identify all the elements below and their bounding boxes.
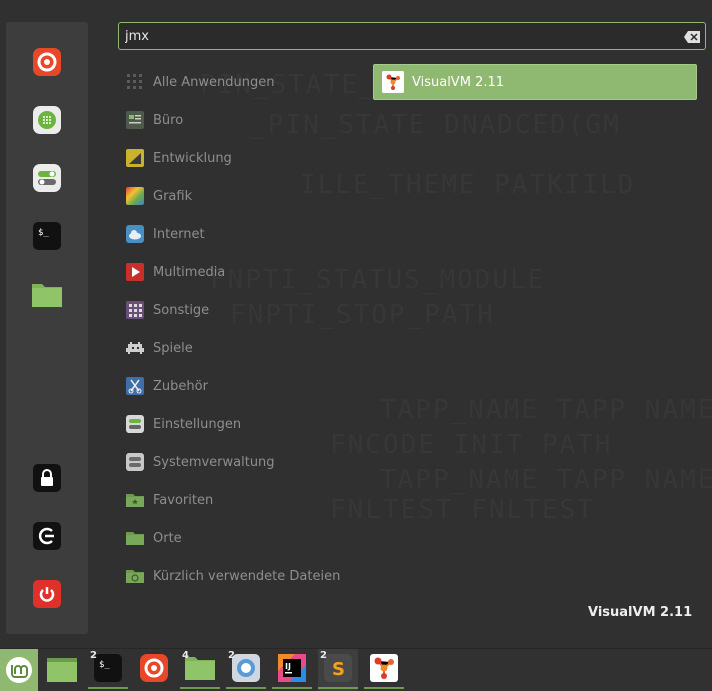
taskbar-intellij[interactable]: IJ: [272, 649, 312, 691]
search-result-label: VisualVM 2.11: [412, 74, 504, 90]
svg-text:S: S: [332, 659, 345, 680]
svg-text:$_: $_: [38, 228, 49, 238]
window-count-badge: 2: [228, 650, 235, 661]
category-development[interactable]: Entwicklung: [125, 147, 232, 169]
clear-search-icon[interactable]: [683, 29, 701, 43]
terminal-icon[interactable]: $_: [31, 220, 63, 252]
category-games[interactable]: Spiele: [125, 337, 193, 359]
window-count-badge: 4: [182, 650, 189, 661]
category-recent-files[interactable]: Kürzlich verwendete Dateien: [125, 565, 340, 587]
grid-icon: [125, 72, 145, 92]
selected-app-title: VisualVM 2.11: [588, 605, 693, 620]
category-settings[interactable]: Einstellungen: [125, 413, 241, 435]
system-admin-icon: [125, 452, 145, 472]
lock-icon[interactable]: [31, 462, 63, 494]
terminal-icon: $_: [93, 653, 123, 687]
chromium-icon: [231, 653, 261, 687]
category-favorites[interactable]: Favoriten: [125, 489, 213, 511]
files-folder-icon[interactable]: [31, 278, 63, 310]
taskbar-terminal[interactable]: 2 $_: [88, 649, 128, 691]
taskbar-sublime-text[interactable]: 2 S: [318, 649, 358, 691]
power-icon[interactable]: [31, 578, 63, 610]
category-label: Kürzlich verwendete Dateien: [153, 568, 341, 584]
category-other[interactable]: Sonstige: [125, 299, 209, 321]
category-label: Einstellungen: [153, 416, 242, 432]
development-icon: [125, 148, 145, 168]
settings-icon[interactable]: [31, 162, 63, 194]
category-multimedia[interactable]: Multimedia: [125, 261, 225, 283]
intellij-icon: IJ: [277, 653, 307, 687]
graphics-icon: [125, 186, 145, 206]
multimedia-play-icon: [125, 262, 145, 282]
games-invader-icon: [125, 338, 145, 358]
category-graphics[interactable]: Grafik: [125, 185, 192, 207]
other-apps-icon: [125, 300, 145, 320]
visualvm-icon: [382, 71, 404, 93]
application-menu: PIN_STATE_THEME . MT _PIN_STATE DNADCED(…: [0, 0, 712, 648]
category-internet[interactable]: Internet: [125, 223, 205, 245]
taskbar-chromium[interactable]: 2: [226, 649, 266, 691]
category-label: Spiele: [153, 340, 193, 356]
category-accessories[interactable]: Zubehör: [125, 375, 208, 397]
active-indicator: [272, 687, 312, 689]
category-label: Sonstige: [153, 302, 210, 318]
active-indicator: [226, 687, 266, 689]
sublime-text-icon: S: [323, 653, 353, 687]
active-indicator: [318, 687, 358, 689]
recent-files-folder-icon: [125, 566, 145, 586]
active-indicator: [88, 687, 128, 689]
active-indicator: [364, 687, 404, 689]
software-manager-icon[interactable]: [31, 104, 63, 136]
category-label: Alle Anwendungen: [153, 74, 275, 90]
visualvm-icon: [369, 653, 399, 687]
mint-menu-icon[interactable]: [0, 649, 38, 691]
taskbar-files[interactable]: 4: [180, 649, 220, 691]
favorites-sidebar: $_: [6, 22, 88, 634]
category-label: Orte: [153, 530, 182, 546]
firefox-icon[interactable]: [31, 46, 63, 78]
window-count-badge: 2: [320, 650, 327, 661]
logout-icon[interactable]: [31, 520, 63, 552]
office-icon: [125, 110, 145, 130]
search-input[interactable]: [125, 26, 665, 46]
show-desktop-icon[interactable]: [42, 649, 82, 691]
taskbar-firefox[interactable]: [134, 649, 174, 691]
settings-toggle-icon: [125, 414, 145, 434]
taskbar: 2 $_ 4 2 IJ 2 S: [0, 648, 712, 691]
search-result-visualvm[interactable]: VisualVM 2.11: [373, 64, 697, 100]
svg-text:$_: $_: [99, 660, 110, 670]
svg-text:IJ: IJ: [285, 662, 291, 671]
category-places[interactable]: Orte: [125, 527, 182, 549]
category-label: Zubehör: [153, 378, 208, 394]
accessories-scissors-icon: [125, 376, 145, 396]
places-folder-icon: [125, 528, 145, 548]
search-box[interactable]: [118, 22, 706, 50]
category-label: Systemverwaltung: [153, 454, 275, 470]
firefox-icon: [139, 653, 169, 687]
taskbar-visualvm[interactable]: [364, 649, 404, 691]
favorites-folder-icon: [125, 490, 145, 510]
category-office[interactable]: Büro: [125, 109, 183, 131]
internet-cloud-icon: [125, 224, 145, 244]
category-label: Internet: [153, 226, 205, 242]
category-label: Multimedia: [153, 264, 226, 280]
active-indicator: [180, 687, 220, 689]
category-system-administration[interactable]: Systemverwaltung: [125, 451, 275, 473]
window-count-badge: 2: [90, 650, 97, 661]
category-label: Büro: [153, 112, 184, 128]
category-label: Entwicklung: [153, 150, 232, 166]
category-label: Grafik: [153, 188, 193, 204]
category-label: Favoriten: [153, 492, 214, 508]
category-all-applications[interactable]: Alle Anwendungen: [125, 71, 274, 93]
